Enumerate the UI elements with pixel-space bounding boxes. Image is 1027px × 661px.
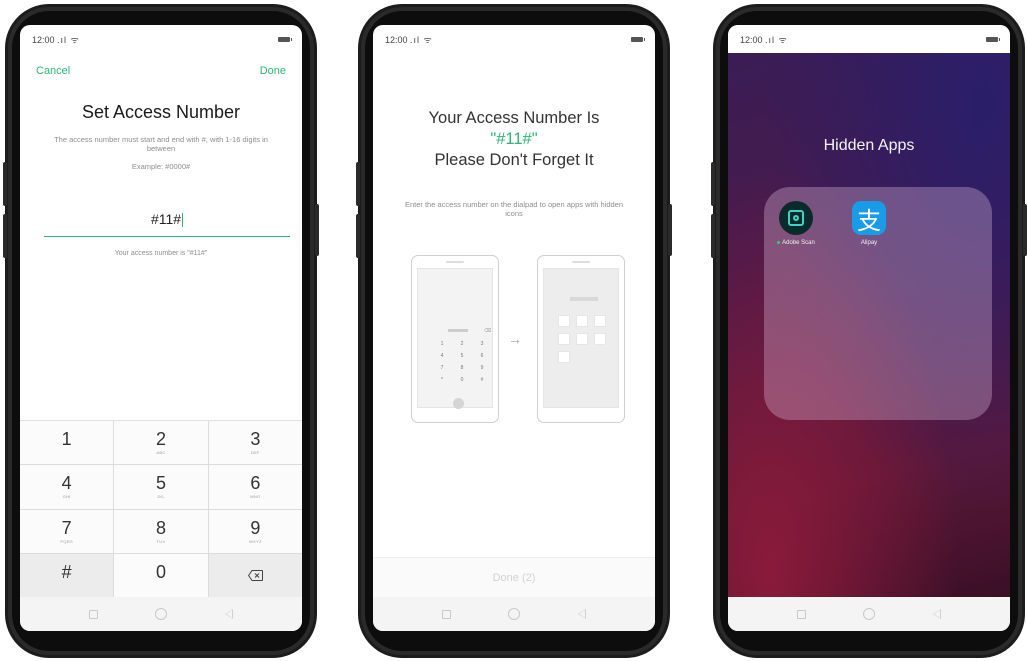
- recents-icon[interactable]: [796, 609, 806, 619]
- navigation-bar: [20, 597, 302, 631]
- status-bar: 12:00 .ıl ᯤ: [20, 25, 302, 53]
- call-icon: [453, 398, 464, 409]
- dial-digit: 0: [460, 377, 464, 383]
- description-text: The access number must start and end wit…: [54, 135, 268, 153]
- screen-access-number-confirmation: 12:00 .ıl ᯤ Your Access Number Is "#11#"…: [373, 25, 655, 631]
- dial-digit: 9: [480, 365, 484, 371]
- backspace-icon: [247, 569, 263, 581]
- recents-icon[interactable]: [441, 609, 451, 619]
- key-6[interactable]: 6 MNO: [208, 465, 302, 509]
- key-5[interactable]: 5 JKL: [114, 465, 208, 509]
- adobe-scan-icon: [779, 201, 813, 235]
- title-line-1: Your Access Number Is: [428, 109, 600, 127]
- title-line-3: Please Don't Forget It: [434, 151, 594, 169]
- back-icon[interactable]: [578, 609, 587, 619]
- dial-digit: 2: [460, 341, 464, 347]
- new-app-dot: [777, 240, 781, 244]
- key-8[interactable]: 8 TUV: [114, 509, 208, 553]
- access-number-input[interactable]: #11#: [44, 205, 290, 237]
- page-title: Set Access Number: [81, 102, 241, 122]
- battery-icon: [986, 36, 1000, 42]
- dial-digit: 1: [440, 341, 444, 347]
- navigation-bar: [728, 597, 1010, 631]
- dial-digit: #: [480, 377, 484, 383]
- home-icon[interactable]: [508, 608, 521, 620]
- key-2[interactable]: 2 ABC: [114, 421, 208, 465]
- phone-access-number-confirmation: 12:00 .ıl ᯤ Your Access Number Is "#11#"…: [356, 4, 672, 658]
- key-3[interactable]: 3 DEF: [208, 421, 302, 465]
- access-number-value: #11#: [150, 211, 182, 227]
- cancel-button[interactable]: Cancel: [36, 65, 70, 77]
- dial-digit: 7: [440, 365, 444, 371]
- instruction-text: Enter the access number on the dialpad t…: [404, 200, 624, 218]
- key-4[interactable]: 4 GHI: [20, 465, 114, 509]
- delete-button[interactable]: [208, 553, 302, 597]
- status-bar: 12:00 .ıl ᯤ: [728, 25, 1010, 53]
- screen-hidden-apps: 12:00 .ıl ᯤ Hidden Apps Adobe Scan 支 Ali…: [728, 25, 1010, 631]
- stage: 12:00 .ıl ᯤ Cancel Done Set Access Numbe…: [0, 0, 1027, 661]
- signal-icon: .ıl ᯤ: [57, 34, 80, 45]
- home-icon[interactable]: [863, 608, 876, 620]
- phone-set-access-number: 12:00 .ıl ᯤ Cancel Done Set Access Numbe…: [3, 4, 319, 658]
- hidden-apps-title: Hidden Apps: [823, 137, 915, 154]
- status-bar: 12:00 .ıl ᯤ: [373, 25, 655, 53]
- dial-digit: 5: [460, 353, 464, 359]
- status-time: 12:00: [32, 34, 55, 45]
- signal-icon: .ıl ᯤ: [410, 34, 433, 45]
- done-button[interactable]: Done: [260, 65, 286, 77]
- key-9[interactable]: 9 WXYZ: [208, 509, 302, 553]
- dial-digit: 8: [460, 365, 464, 371]
- dial-digit: 3: [480, 341, 484, 347]
- access-number-display: "#11#": [490, 130, 538, 148]
- hidden-apps-folder: Adobe Scan 支 Alipay: [764, 187, 992, 420]
- signal-icon: .ıl ᯤ: [765, 34, 788, 45]
- app-alipay[interactable]: 支 Alipay: [844, 201, 894, 246]
- home-icon[interactable]: [155, 608, 168, 620]
- key-1[interactable]: 1: [20, 421, 114, 465]
- text-cursor: [182, 213, 184, 228]
- status-time: 12:00: [740, 34, 763, 45]
- dial-digits: 1 2 3 4 5 6 7 8 9 * 0 #: [432, 341, 492, 383]
- app-adobe-scan[interactable]: Adobe Scan: [771, 201, 821, 246]
- confirmation-title: Your Access Number Is "#11#" Please Don'…: [373, 108, 655, 171]
- dial-digit: *: [441, 377, 443, 383]
- dial-keypad: 1 2 ABC 3 DEF 4 GHI 5 JKL 6 MNO 7 PQRS 8 TUV 9W…: [20, 420, 302, 597]
- access-number-hint: Your access number is "#11#": [114, 250, 208, 257]
- key-0[interactable]: 0: [114, 553, 208, 597]
- screen-set-access-number: 12:00 .ıl ᯤ Cancel Done Set Access Numbe…: [20, 25, 302, 631]
- alipay-icon: 支: [852, 201, 886, 235]
- phone-hidden-apps: 12:00 .ıl ᯤ Hidden Apps Adobe Scan 支 Ali…: [711, 4, 1027, 658]
- example-text: Example: #0000#: [131, 162, 191, 171]
- done-button[interactable]: Done (2): [373, 557, 655, 597]
- key-7[interactable]: 7 PQRS: [20, 509, 114, 553]
- dial-digit: 6: [480, 353, 484, 359]
- app-label: Adobe Scan: [782, 240, 815, 246]
- status-time: 12:00: [385, 34, 408, 45]
- battery-icon: [278, 36, 292, 42]
- key-hash[interactable]: #: [20, 553, 114, 597]
- dial-digit: 4: [440, 353, 444, 359]
- app-label: Alipay: [860, 240, 878, 246]
- back-icon[interactable]: [933, 609, 942, 619]
- navigation-bar: [373, 597, 655, 631]
- battery-icon: [631, 36, 645, 42]
- recents-icon[interactable]: [88, 609, 98, 619]
- hidden-apps-illustration: [537, 255, 625, 423]
- dialer-illustration: ⌫ 1 2 3 4 5 6 7 8 9 * 0 #: [411, 255, 499, 423]
- back-icon[interactable]: [225, 609, 234, 619]
- arrow-icon: →: [508, 331, 522, 347]
